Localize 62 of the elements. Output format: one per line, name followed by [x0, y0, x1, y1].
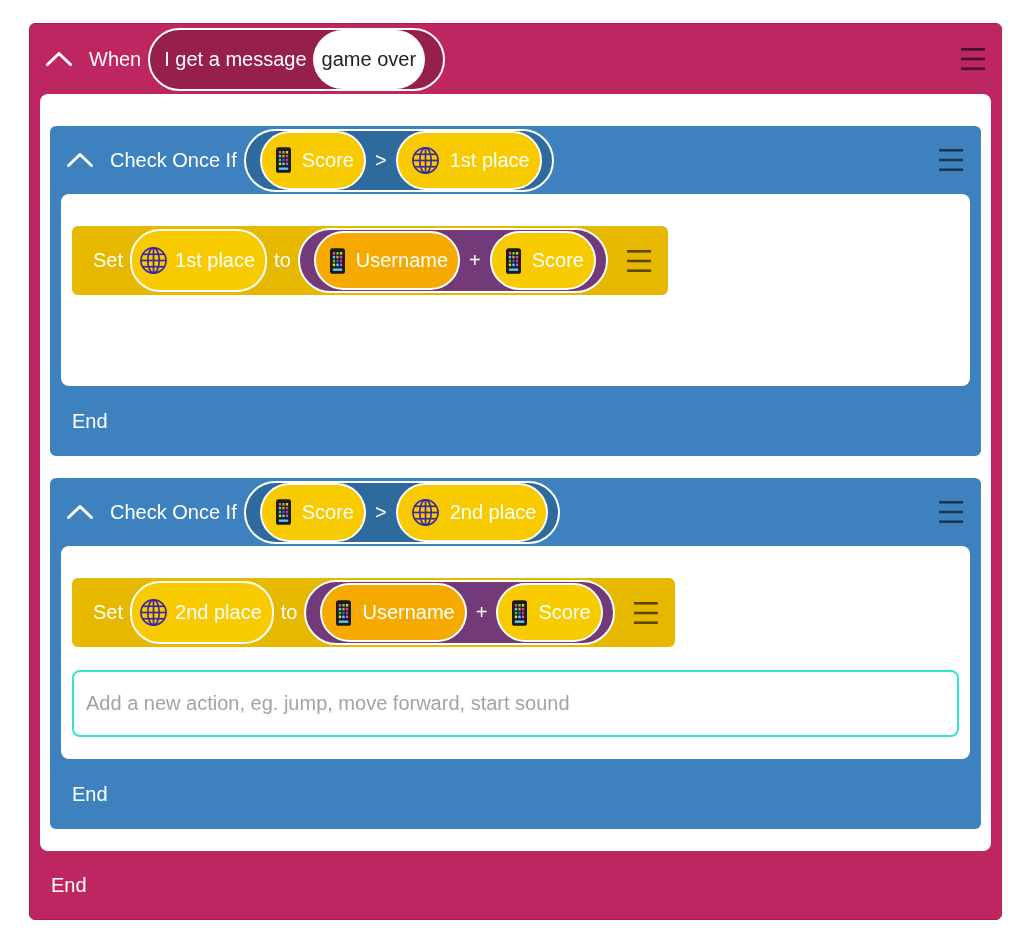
variable-pill[interactable]: 1st place [395, 130, 542, 190]
keyword-label: Check Once If [110, 500, 237, 524]
globe-icon [411, 498, 439, 526]
set-action-block[interactable]: Set 1st place to Username + Score [72, 226, 668, 295]
condition-expression[interactable]: Score > 2nd place [243, 480, 561, 544]
menu-icon[interactable] [939, 501, 963, 523]
phone-icon [336, 599, 352, 626]
keyword-label: When [89, 47, 142, 71]
chevron-up-icon[interactable] [67, 153, 93, 167]
variable-name: Score [301, 148, 354, 172]
end-label: End [72, 409, 108, 433]
chevron-up-icon[interactable] [46, 52, 72, 66]
keyword-label: to [274, 249, 291, 272]
value-expression[interactable]: Username + Score [304, 580, 615, 645]
variable-name: Score [301, 500, 354, 524]
end-label: End [51, 873, 87, 897]
variable-pill[interactable]: 2nd place [130, 581, 274, 644]
condition-expression[interactable]: Score > 1st place [243, 128, 554, 192]
menu-icon[interactable] [633, 601, 658, 624]
keyword-label: to [280, 601, 298, 624]
variable-pill[interactable]: 2nd place [395, 482, 549, 542]
trigger-label: I get a message [164, 47, 307, 71]
end-label: End [72, 782, 108, 806]
variable-name: Username [355, 249, 449, 272]
keyword-label: Set [93, 601, 124, 624]
menu-icon[interactable] [961, 48, 985, 70]
phone-icon [505, 247, 521, 274]
action-input-field[interactable]: Add a new action, eg. jump, move forward, start sound [72, 670, 959, 737]
phone-icon [275, 147, 291, 173]
variable-name: 2nd place [449, 500, 537, 524]
variable-name: Username [362, 601, 455, 624]
menu-icon[interactable] [939, 149, 963, 171]
message-value[interactable]: game over [312, 29, 426, 89]
variable-pill[interactable]: Score [259, 130, 366, 190]
variable-pill[interactable]: Score [259, 482, 366, 542]
operator-label: + [475, 601, 488, 624]
globe-icon [140, 247, 168, 274]
variable-name: Score [531, 249, 584, 272]
menu-icon[interactable] [627, 249, 651, 272]
variable-pill[interactable]: 1st place [130, 229, 268, 292]
value-expression[interactable]: Username + Score [297, 228, 608, 293]
phone-icon [329, 247, 345, 274]
variable-pill[interactable]: Score [489, 231, 596, 290]
variable-pill[interactable]: Score [496, 583, 603, 642]
globe-icon [140, 599, 168, 626]
keyword-label: Set [93, 249, 124, 272]
trigger-block[interactable]: I get a message game over [148, 27, 446, 91]
phone-icon [512, 599, 528, 626]
variable-name: 1st place [175, 249, 256, 272]
variable-name: 1st place [449, 148, 530, 172]
keyword-label: Check Once If [110, 148, 237, 172]
operator-label: > [374, 500, 387, 524]
phone-icon [275, 499, 291, 525]
operator-label: + [469, 249, 481, 272]
variable-name: Score [538, 601, 591, 624]
variable-pill[interactable]: Username [320, 583, 467, 642]
set-action-block[interactable]: Set 2nd place to Username + Score [72, 578, 675, 647]
chevron-up-icon[interactable] [67, 505, 93, 519]
globe-icon [411, 146, 439, 174]
variable-pill[interactable]: Username [313, 231, 461, 290]
variable-name: 2nd place [175, 601, 262, 624]
operator-label: > [374, 148, 387, 172]
